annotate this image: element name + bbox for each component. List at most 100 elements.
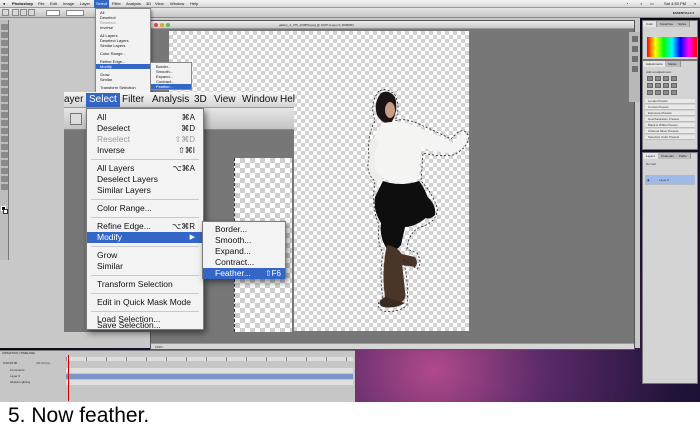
workspace-switcher[interactable]: ESSENTIALS ▾ — [640, 8, 700, 18]
preset-row[interactable]: Exposure Presets — [645, 111, 695, 116]
timeline-ruler[interactable] — [66, 357, 353, 361]
mini-menu-item-modify[interactable]: Modify — [96, 64, 150, 69]
preset-row[interactable]: Black & White Presets — [645, 123, 695, 128]
modify-submenu-item[interactable]: Border... — [203, 224, 285, 235]
pen-tool-icon[interactable] — [1, 136, 8, 142]
blur-tool-icon[interactable] — [1, 120, 8, 126]
info-panel-icon[interactable] — [632, 56, 638, 62]
select-menu-item[interactable]: Grow — [87, 250, 203, 261]
brightness-icon[interactable] — [647, 76, 653, 81]
modify-submenu-item-feather[interactable]: Feather... ⇧F6 — [203, 268, 285, 279]
exposure-icon[interactable] — [671, 76, 677, 81]
black-white-icon[interactable] — [671, 83, 677, 88]
tab-masks[interactable]: Masks — [665, 61, 681, 67]
hue-saturation-icon[interactable] — [655, 83, 661, 88]
eraser-tool-icon[interactable] — [1, 104, 8, 110]
modify-submenu-item[interactable]: Expand... — [203, 246, 285, 257]
modify-submenu-item[interactable]: Contract... — [203, 257, 285, 268]
type-tool-icon[interactable] — [1, 144, 8, 150]
tab-swatches[interactable]: Swatches — [657, 21, 678, 27]
select-menu-item[interactable]: Color Range... — [87, 203, 203, 214]
zoom-menu-select[interactable]: Select — [86, 93, 120, 107]
preset-row[interactable]: Selective Color Presets — [645, 135, 695, 140]
zoom-menu-window[interactable]: Window — [242, 94, 278, 106]
blend-mode-select[interactable]: Normal — [646, 162, 656, 166]
gradient-map-icon[interactable] — [671, 90, 677, 95]
menu-analysis[interactable]: Analysis — [126, 0, 141, 8]
volume-icon[interactable]: ◖ — [640, 0, 642, 8]
posterize-icon[interactable] — [655, 90, 661, 95]
3d-tool-icon[interactable] — [1, 168, 8, 174]
marquee-tool-icon[interactable] — [1, 32, 8, 38]
app-name-menu[interactable]: Photoshop — [12, 0, 33, 8]
threshold-icon[interactable] — [663, 90, 669, 95]
battery-icon[interactable]: ▭ — [650, 0, 654, 8]
spotlight-icon[interactable]: ⌕ — [694, 0, 696, 8]
zoom-tool-preset-icon[interactable] — [70, 113, 82, 125]
menu-image[interactable]: Image — [63, 0, 74, 8]
tab-color[interactable]: Color — [643, 21, 658, 27]
modify-submenu-item[interactable]: Smooth... — [203, 235, 285, 246]
minimize-icon[interactable] — [160, 23, 164, 27]
select-menu-item[interactable]: Deselect Layers — [87, 174, 203, 185]
stamp-tool-icon[interactable] — [1, 88, 8, 94]
levels-icon[interactable] — [655, 76, 661, 81]
timeline-track[interactable] — [66, 374, 353, 379]
color-spectrum[interactable] — [647, 37, 697, 57]
select-menu-item[interactable]: All Layers ⌥⌘A — [87, 163, 203, 174]
menu-3d[interactable]: 3D — [146, 0, 151, 8]
zoom-tool-icon[interactable] — [1, 184, 8, 190]
select-menu-item[interactable]: All ⌘A — [87, 112, 203, 123]
history-brush-tool-icon[interactable] — [1, 96, 8, 102]
preset-row[interactable]: Levels Presets — [645, 99, 695, 104]
preset-row[interactable]: Hue/Saturation Presets — [645, 117, 695, 122]
shape-tool-icon[interactable] — [1, 160, 8, 166]
gradient-tool-icon[interactable] — [1, 112, 8, 118]
preset-row[interactable]: Curves Presets — [645, 105, 695, 110]
select-menu-item[interactable]: Inverse ⇧⌘I — [87, 145, 203, 156]
zoom-icon[interactable] — [166, 23, 170, 27]
move-tool-icon[interactable] — [1, 24, 8, 30]
invert-icon[interactable] — [647, 90, 653, 95]
timeline-track[interactable] — [66, 368, 353, 373]
mini-menu-item[interactable]: Similar Layers — [100, 43, 125, 48]
hand-tool-icon[interactable] — [1, 176, 8, 182]
brushes-panel-icon[interactable] — [632, 66, 638, 72]
close-icon[interactable] — [154, 23, 158, 27]
zoom-menu-analysis[interactable]: Analysis — [152, 94, 189, 106]
healing-tool-icon[interactable] — [1, 72, 8, 78]
tab-styles[interactable]: Styles — [675, 21, 691, 27]
eyedropper-tool-icon[interactable] — [1, 64, 8, 70]
timeline-playhead[interactable] — [68, 355, 69, 401]
style-select[interactable] — [66, 10, 84, 16]
color-balance-icon[interactable] — [663, 83, 669, 88]
tab-paths[interactable]: Paths — [676, 153, 691, 159]
history-panel-icon[interactable] — [632, 36, 638, 42]
select-menu-item[interactable]: Refine Edge... ⌥⌘R — [87, 221, 203, 232]
zoom-menu-3d[interactable]: 3D — [194, 94, 207, 106]
actions-panel-icon[interactable] — [632, 46, 638, 52]
apple-icon[interactable]: ● — [3, 0, 5, 8]
marquee-tool-preset-icon[interactable] — [2, 9, 9, 16]
dodge-tool-icon[interactable] — [1, 128, 8, 134]
tab-adjustments[interactable]: Adjustments — [643, 61, 667, 67]
zoom-menu-help[interactable]: Hel — [280, 94, 295, 106]
select-menu-item[interactable]: Reselect ⇧⌘D — [87, 134, 203, 145]
menu-view[interactable]: View — [155, 0, 164, 8]
subtract-selection-icon[interactable] — [28, 9, 35, 16]
select-menu-item[interactable]: Similar — [87, 261, 203, 272]
vibrance-icon[interactable] — [647, 83, 653, 88]
zoom-menu-view[interactable]: View — [214, 94, 236, 106]
menu-edit[interactable]: Edit — [50, 0, 57, 8]
menu-layer[interactable]: Layer — [80, 0, 90, 8]
select-menu-item-modify[interactable]: Modify ▶ — [87, 232, 203, 243]
new-selection-icon[interactable] — [12, 9, 19, 16]
select-menu-item[interactable]: Deselect ⌘D — [87, 123, 203, 134]
wifi-icon[interactable]: ◔ — [626, 0, 628, 8]
path-selection-tool-icon[interactable] — [1, 152, 8, 158]
select-menu-item[interactable]: Save Selection... — [87, 320, 203, 330]
mini-menu-item[interactable]: Similar — [100, 77, 112, 82]
select-menu-item[interactable]: Edit in Quick Mask Mode — [87, 297, 203, 308]
curves-icon[interactable] — [663, 76, 669, 81]
mini-submenu-item-feather[interactable]: Feather... — [151, 84, 191, 89]
